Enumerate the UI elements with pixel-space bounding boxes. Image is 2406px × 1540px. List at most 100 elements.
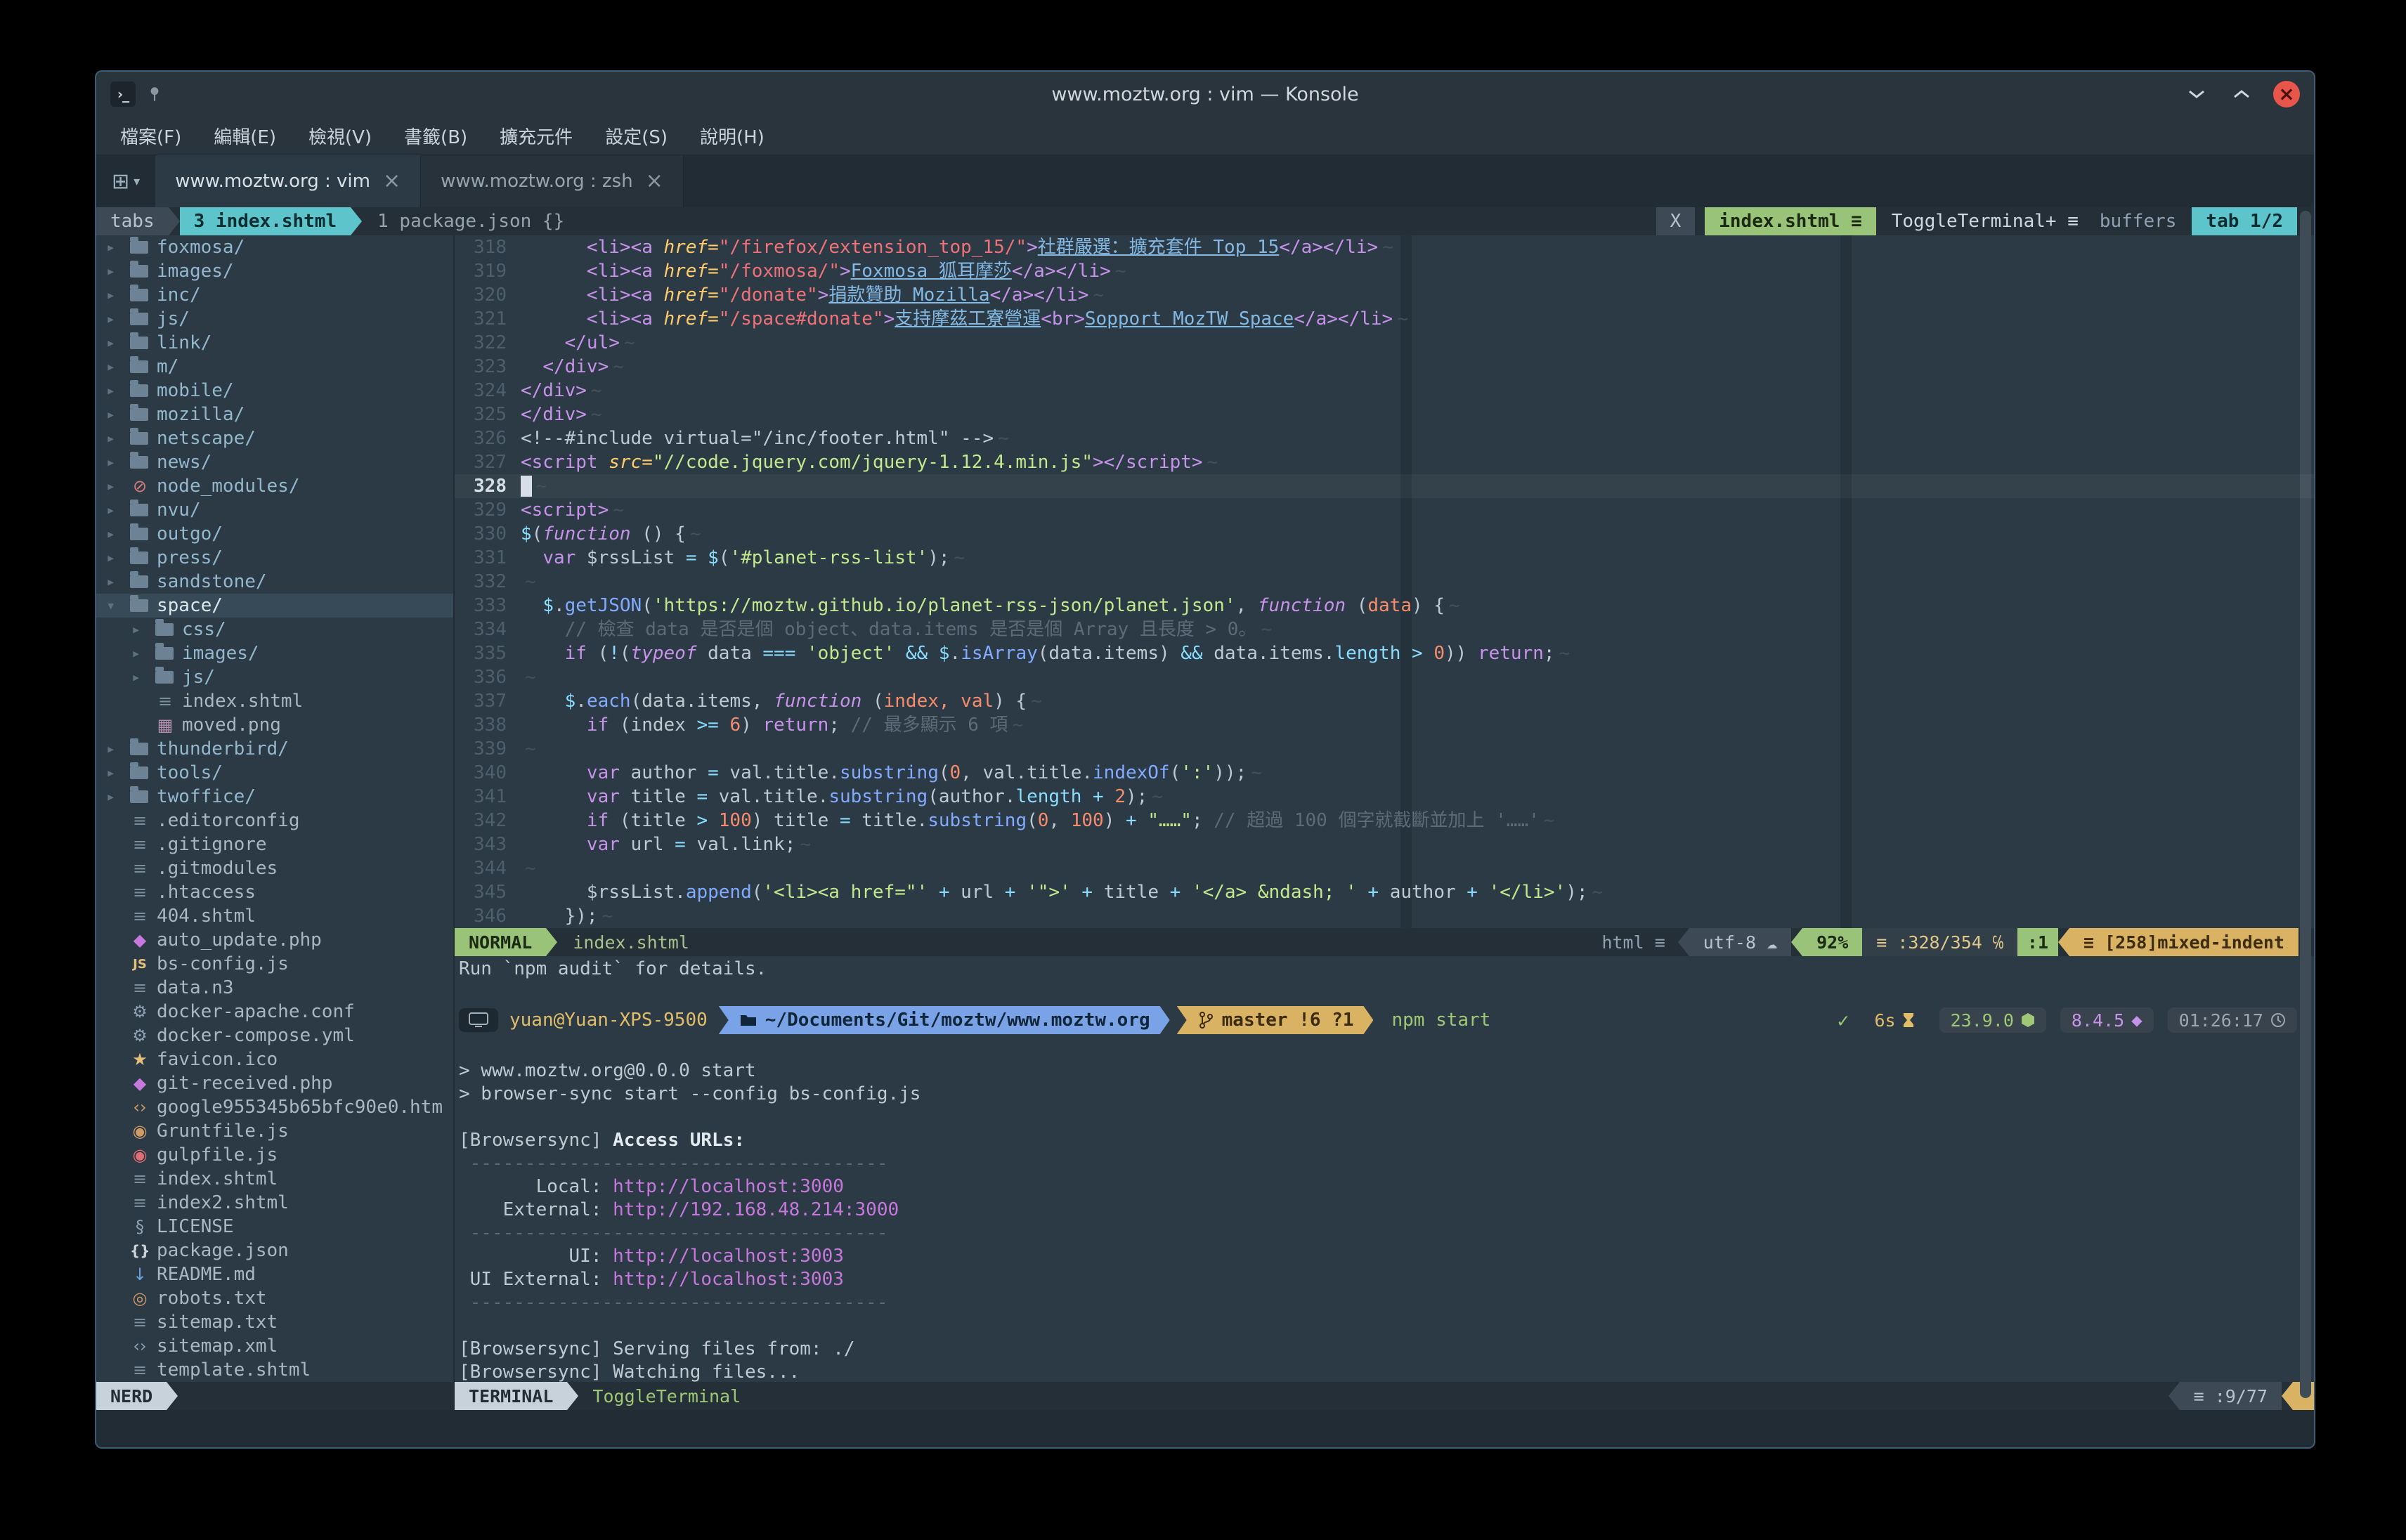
code-line[interactable]: 334 // 檢查 data 是否是個 object、data.items 是否… [455, 618, 2314, 641]
code-line[interactable]: 340 var author = val.title.substring(0, … [455, 761, 2314, 785]
tree-dir[interactable]: ▸m/ [96, 355, 453, 379]
tree-dir[interactable]: ▾space/ [96, 594, 453, 618]
tabline-active-tab[interactable]: 3 index.shtml [180, 207, 351, 235]
code-line[interactable]: 319 <li><a href="/foxmosa/">Foxmosa 狐耳摩莎… [455, 259, 2314, 283]
code-line[interactable]: 337 $.each(data.items, function (index, … [455, 689, 2314, 713]
menu-item[interactable]: 說明(H) [686, 120, 779, 151]
code-line[interactable]: 331 var $rssList = $('#planet-rss-list')… [455, 546, 2314, 570]
tree-dir[interactable]: ▸css/ [96, 618, 453, 641]
code-line[interactable]: 345 $rssList.append('<li><a href="' + ur… [455, 880, 2314, 904]
code-line[interactable]: 332~ [455, 570, 2314, 594]
pin-icon[interactable] [145, 85, 164, 103]
code-editor[interactable]: 318 <li><a href="/firefox/extension_top_… [455, 235, 2314, 928]
tree-dir[interactable]: ▸mobile/ [96, 379, 453, 403]
tabline-close-button[interactable]: X [1656, 207, 1696, 235]
tree-file[interactable]: ⚙docker-apache.conf [96, 1000, 453, 1024]
minimize-button[interactable] [2183, 81, 2210, 107]
code-line[interactable]: 336~ [455, 665, 2314, 689]
tree-file[interactable]: ≡.htaccess [96, 880, 453, 904]
file-tree[interactable]: ▸foxmosa/▸images/▸inc/▸js/▸link/▸m/▸mobi… [96, 235, 453, 1382]
tabline-inactive-tab[interactable]: 1 package.json {} [362, 207, 580, 235]
code-line[interactable]: 342 if (title > 100) title = title.subst… [455, 809, 2314, 833]
code-line[interactable]: 343 var url = val.link;~ [455, 833, 2314, 856]
close-button[interactable]: × [2273, 81, 2300, 107]
konsole-tab[interactable]: www.moztw.org : vim× [155, 155, 421, 207]
code-line[interactable]: 346 });~ [455, 904, 2314, 928]
tree-dir[interactable]: ▸link/ [96, 331, 453, 355]
tree-file[interactable]: ◉gulpfile.js [96, 1143, 453, 1167]
tree-file[interactable]: ≡data.n3 [96, 976, 453, 1000]
maximize-button[interactable] [2228, 81, 2255, 107]
menu-item[interactable]: 擴充元件 [486, 120, 587, 151]
tree-file[interactable]: ◉Gruntfile.js [96, 1119, 453, 1143]
tree-file[interactable]: ◎robots.txt [96, 1286, 453, 1310]
menu-item[interactable]: 設定(S) [591, 120, 682, 151]
code-line[interactable]: 327<script src="//code.jquery.com/jquery… [455, 450, 2314, 474]
tree-dir[interactable]: ▸mozilla/ [96, 403, 453, 426]
menu-item[interactable]: 檔案(F) [106, 120, 195, 151]
code-line[interactable]: 344~ [455, 856, 2314, 880]
tree-file[interactable]: {}package.json [96, 1239, 453, 1262]
code-line[interactable]: 326<!--#include virtual="/inc/footer.htm… [455, 426, 2314, 450]
tree-file[interactable]: ↓README.md [96, 1262, 453, 1286]
tree-dir[interactable]: ▸js/ [96, 307, 453, 331]
tree-file[interactable]: ◆git-received.php [96, 1071, 453, 1095]
tree-dir[interactable]: ▸images/ [96, 641, 453, 665]
tree-file[interactable]: ≡template.shtml [96, 1358, 453, 1382]
code-line[interactable]: 339~ [455, 737, 2314, 761]
tree-dir[interactable]: ▸news/ [96, 450, 453, 474]
tree-file[interactable]: ‹›sitemap.xml [96, 1334, 453, 1358]
tree-file[interactable]: ≡.gitmodules [96, 856, 453, 880]
tree-file[interactable]: ≡index2.shtml [96, 1191, 453, 1215]
tree-file[interactable]: §LICENSE [96, 1215, 453, 1239]
tree-file[interactable]: JSbs-config.js [96, 952, 453, 976]
window-titlebar[interactable]: ›_ www.moztw.org : vim — Konsole × [96, 72, 2314, 117]
code-line[interactable]: 330$(function () {~ [455, 522, 2314, 546]
menu-item[interactable]: 書籤(B) [390, 120, 481, 151]
tree-dir[interactable]: ▸netscape/ [96, 426, 453, 450]
tree-file[interactable]: ≡sitemap.txt [96, 1310, 453, 1334]
code-line[interactable]: 341 var title = val.title.substring(auth… [455, 785, 2314, 809]
tree-file[interactable]: ≡index.shtml [96, 689, 453, 713]
tree-dir[interactable]: ▸thunderbird/ [96, 737, 453, 761]
code-line[interactable]: 323 </div>~ [455, 355, 2314, 379]
tree-file[interactable]: ≡.gitignore [96, 833, 453, 856]
tree-file[interactable]: ⚙docker-compose.yml [96, 1024, 453, 1048]
tree-dir[interactable]: ▸foxmosa/ [96, 235, 453, 259]
tree-dir[interactable]: ▸outgo/ [96, 522, 453, 546]
code-line[interactable]: 324</div>~ [455, 379, 2314, 403]
tree-dir[interactable]: ▸js/ [96, 665, 453, 689]
tree-file[interactable]: ≡index.shtml [96, 1167, 453, 1191]
tabline-toggleterminal[interactable]: ToggleTerminal+ ≡ [1886, 207, 2084, 235]
tree-dir[interactable]: ▸⊘node_modules/ [96, 474, 453, 498]
tabline-buffer-chip[interactable]: index.shtml ≡ [1705, 207, 1876, 235]
terminal-buffer[interactable]: Run `npm audit` for details. yuan@Yuan-X… [455, 956, 2314, 1382]
konsole-tab[interactable]: www.moztw.org : zsh× [421, 155, 684, 207]
code-line[interactable]: 338 if (index >= 6) return; // 最多顯示 6 項~ [455, 713, 2314, 737]
code-line[interactable]: 335 if (!(typeof data === 'object' && $.… [455, 641, 2314, 665]
tree-file[interactable]: ◆auto_update.php [96, 928, 453, 952]
tree-dir[interactable]: ▸inc/ [96, 283, 453, 307]
code-line[interactable]: 329<script>~ [455, 498, 2314, 522]
code-line[interactable]: 333 $.getJSON('https://moztw.github.io/p… [455, 594, 2314, 618]
code-line[interactable]: 320 <li><a href="/donate">捐款贊助 Mozilla</… [455, 283, 2314, 307]
tree-dir[interactable]: ▸images/ [96, 259, 453, 283]
tree-dir[interactable]: ▸twoffice/ [96, 785, 453, 809]
tree-file[interactable]: ≡404.shtml [96, 904, 453, 928]
code-line[interactable]: 325</div>~ [455, 403, 2314, 426]
code-line[interactable]: 328 ~ [455, 474, 2314, 498]
tree-dir[interactable]: ▸press/ [96, 546, 453, 570]
tab-close-icon[interactable]: × [646, 171, 663, 192]
menu-item[interactable]: 編輯(E) [200, 120, 290, 151]
tree-dir[interactable]: ▸sandstone/ [96, 570, 453, 594]
tree-dir[interactable]: ▸tools/ [96, 761, 453, 785]
new-tab-button[interactable]: ⊞▾ [96, 155, 155, 207]
code-line[interactable]: 321 <li><a href="/space#donate">支持摩茲工寮營運… [455, 307, 2314, 331]
tab-close-icon[interactable]: × [383, 171, 401, 192]
tree-dir[interactable]: ▸nvu/ [96, 498, 453, 522]
code-line[interactable]: 318 <li><a href="/firefox/extension_top_… [455, 235, 2314, 259]
code-line[interactable]: 322 </ul>~ [455, 331, 2314, 355]
tree-file[interactable]: ≡.editorconfig [96, 809, 453, 833]
menu-item[interactable]: 檢視(V) [294, 120, 386, 151]
tree-file[interactable]: ‹›google955345b65bfc90e0.htm [96, 1095, 453, 1119]
